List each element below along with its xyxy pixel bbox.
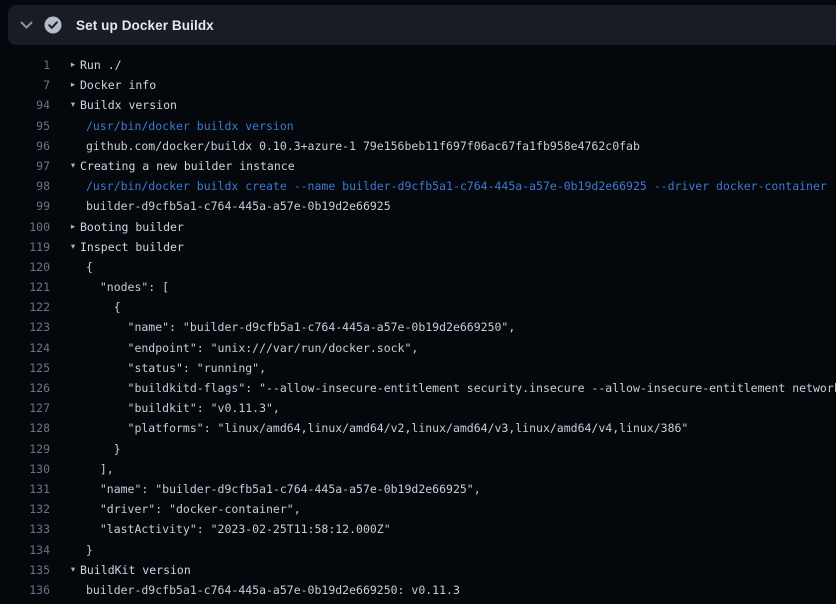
log-group-line[interactable]: 135 ▾BuildKit version [0,560,836,580]
line-number[interactable]: 135 [0,560,50,580]
triangle-expanded-icon[interactable]: ▾ [66,560,80,580]
line-number[interactable]: 134 [0,540,50,560]
triangle-collapsed-icon[interactable]: ▸ [66,217,80,237]
log-line: 134} [0,540,836,560]
log-group-line[interactable]: 97 ▾Creating a new builder instance [0,156,836,176]
log-group-line[interactable]: 94 ▾Buildx version [0,95,836,115]
triangle-expanded-icon[interactable]: ▾ [66,156,80,176]
log-group-line[interactable]: 100 ▸Booting builder [0,217,836,237]
check-circle-glyph [44,16,62,34]
log-line: 99 builder-d9cfb5a1-c764-445a-a57e-0b19d2… [0,196,836,216]
group-title[interactable]: Docker info [80,75,156,95]
log-line: 124 "endpoint": "unix:///var/run/docker.… [0,338,836,358]
chevron-down-glyph [20,21,33,30]
log-line: 127 "buildkit": "v0.11.3", [0,398,836,418]
line-number[interactable]: 121 [0,277,50,297]
triangle-collapsed-icon[interactable]: ▸ [66,75,80,95]
check-circle-icon [44,16,62,34]
log-line: 126 "buildkitd-flags": "--allow-insecure… [0,378,836,398]
line-number[interactable]: 127 [0,398,50,418]
line-number[interactable]: 129 [0,439,50,459]
group-title[interactable]: Booting builder [80,217,184,237]
line-number[interactable]: 124 [0,338,50,358]
log-output-text: "buildkitd-flags": "--allow-insecure-ent… [86,378,836,398]
triangle-expanded-icon[interactable]: ▾ [66,237,80,257]
log-output-text: "platforms": "linux/amd64,linux/amd64/v2… [86,418,688,438]
log-line: 133 "lastActivity": "2023-02-25T11:58:12… [0,519,836,539]
line-number[interactable]: 123 [0,317,50,337]
log-line: 95/usr/bin/docker buildx version [0,116,836,136]
log-line: 132 "driver": "docker-container", [0,499,836,519]
log-output-text: "name": "builder-d9cfb5a1-c764-445a-a57e… [86,479,481,499]
line-number[interactable]: 128 [0,418,50,438]
log-output-text: "nodes": [ [86,277,169,297]
log-line: 136 builder-d9cfb5a1-c764-445a-a57e-0b19d… [0,580,836,600]
log-line: 96 github.com/docker/buildx 0.10.3+azure-… [0,136,836,156]
log-output-text: "status": "running", [86,358,266,378]
triangle-expanded-icon[interactable]: ▾ [66,95,80,115]
log-group-line[interactable]: 1 ▸Run ./ [0,55,836,75]
line-number[interactable]: 126 [0,378,50,398]
log-output-text: { [86,297,121,317]
log-line: 98/usr/bin/docker buildx create --name b… [0,176,836,196]
group-title[interactable]: Inspect builder [80,237,184,257]
log-line: 120 { [0,257,836,277]
log-output-text: "lastActivity": "2023-02-25T11:58:12.000… [86,519,391,539]
line-number[interactable]: 119 [0,237,50,257]
line-number[interactable]: 125 [0,358,50,378]
log-line: 122 { [0,297,836,317]
log-command-text: /usr/bin/docker buildx create --name bui… [86,176,827,196]
log-output-text: "endpoint": "unix:///var/run/docker.sock… [86,338,418,358]
log-group-line[interactable]: 7 ▸Docker info [0,75,836,95]
line-number[interactable]: 131 [0,479,50,499]
line-number[interactable]: 96 [0,136,50,156]
line-number[interactable]: 100 [0,217,50,237]
log-output-text: ], [86,459,114,479]
line-number[interactable]: 136 [0,580,50,600]
log-output-text: "driver": "docker-container", [86,499,301,519]
log-output-text: { [86,257,93,277]
log-output-text: "buildkit": "v0.11.3", [86,398,280,418]
line-number[interactable]: 98 [0,176,50,196]
log-line: 131 "name": "builder-d9cfb5a1-c764-445a-… [0,479,836,499]
line-number[interactable]: 1 [0,55,50,75]
line-number[interactable]: 95 [0,116,50,136]
step-header[interactable]: Set up Docker Buildx [8,5,836,45]
line-number[interactable]: 99 [0,196,50,216]
log-output-text: builder-d9cfb5a1-c764-445a-a57e-0b19d2e6… [86,196,391,216]
log-output-text: builder-d9cfb5a1-c764-445a-a57e-0b19d2e6… [86,580,460,600]
triangle-collapsed-icon[interactable]: ▸ [66,55,80,75]
line-number[interactable]: 120 [0,257,50,277]
step-title: Set up Docker Buildx [76,18,214,33]
log-line: 128 "platforms": "linux/amd64,linux/amd6… [0,418,836,438]
line-number[interactable]: 133 [0,519,50,539]
line-number[interactable]: 7 [0,75,50,95]
line-number[interactable]: 94 [0,95,50,115]
log-line: 125 "status": "running", [0,358,836,378]
line-number[interactable]: 130 [0,459,50,479]
group-title[interactable]: Creating a new builder instance [80,156,295,176]
group-title[interactable]: Buildx version [80,95,177,115]
chevron-down-icon[interactable] [12,11,40,39]
log-line: 123 "name": "builder-d9cfb5a1-c764-445a-… [0,317,836,337]
log-area: 1▸Run ./7▸Docker info94▾Buildx version95… [0,45,836,604]
group-title[interactable]: BuildKit version [80,560,191,580]
log-output-text: } [86,540,93,560]
line-number[interactable]: 97 [0,156,50,176]
line-number[interactable]: 122 [0,297,50,317]
log-output-text: github.com/docker/buildx 0.10.3+azure-1 … [86,136,640,156]
line-number[interactable]: 132 [0,499,50,519]
log-group-line[interactable]: 119 ▾Inspect builder [0,237,836,257]
log-line: 121 "nodes": [ [0,277,836,297]
log-line: 129 } [0,439,836,459]
group-title[interactable]: Run ./ [80,55,122,75]
log-command-text: /usr/bin/docker buildx version [86,116,294,136]
log-output-text: } [86,439,121,459]
log-output-text: "name": "builder-d9cfb5a1-c764-445a-a57e… [86,317,515,337]
log-line: 130 ], [0,459,836,479]
